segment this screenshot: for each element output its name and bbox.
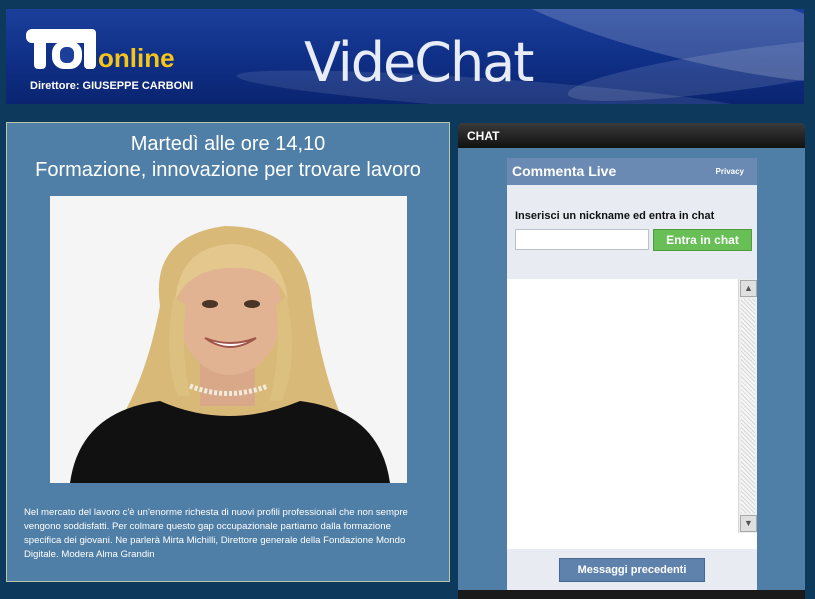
- scroll-up-arrow-icon[interactable]: ▲: [740, 280, 757, 297]
- logo-online-text: online: [98, 43, 175, 73]
- enter-chat-button[interactable]: Entra in chat: [653, 229, 752, 251]
- episode-title: Formazione, innovazione per trovare lavo…: [35, 159, 421, 181]
- videochat-title-text: VideChat: [304, 31, 534, 94]
- tg1-logo[interactable]: tg1: [26, 21, 98, 71]
- chat-footer: Messaggi precedenti: [507, 549, 757, 590]
- header-banner: tg1 online Direttore: GIUSEPPE CARBONI V…: [6, 9, 804, 104]
- chat-messages-area[interactable]: [507, 279, 738, 549]
- privacy-link[interactable]: Privacy: [716, 167, 744, 176]
- chat-panel-bottom-bar: [458, 590, 805, 599]
- episode-panel: Martedì alle ore 14,10 Formazione, innov…: [6, 122, 450, 582]
- widget-title: Commenta Live: [512, 163, 617, 179]
- nickname-login-area: Inserisci un nickname ed entra in chat E…: [507, 185, 757, 279]
- chat-widget: Commenta Live Privacy Inserisci un nickn…: [507, 158, 757, 590]
- director-caption: Direttore: GIUSEPPE CARBONI: [30, 80, 194, 92]
- chat-panel: CHAT Commenta Live Privacy Inserisci un …: [458, 123, 805, 597]
- nickname-prompt: Inserisci un nickname ed entra in chat: [515, 210, 715, 222]
- chat-header: CHAT: [458, 123, 805, 148]
- scroll-down-arrow-icon[interactable]: ▼: [740, 515, 757, 532]
- videochat-title: VideChat: [304, 31, 534, 94]
- guest-portrait-illustration: [50, 196, 407, 483]
- widget-header: Commenta Live Privacy: [507, 158, 757, 185]
- episode-description: Nel mercato del lavoro c'è un'enorme ric…: [24, 507, 408, 560]
- guest-photo: [50, 196, 407, 483]
- scroll-track[interactable]: [741, 299, 755, 513]
- previous-messages-button[interactable]: Messaggi precedenti: [559, 558, 705, 582]
- messages-scrollbar[interactable]: ▲ ▼: [738, 279, 757, 533]
- nickname-input[interactable]: [515, 229, 649, 250]
- episode-time: Martedì alle ore 14,10: [130, 133, 326, 155]
